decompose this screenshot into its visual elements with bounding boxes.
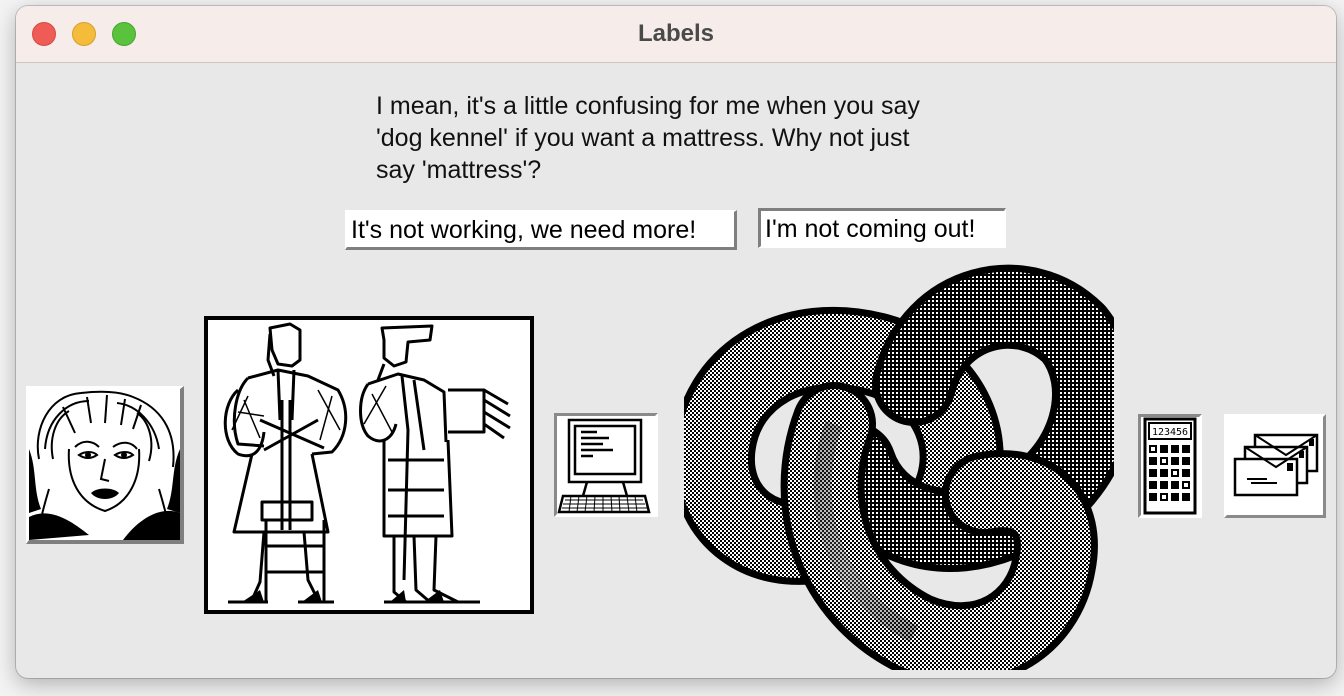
computer-icon [554,413,658,517]
calculator-icon: 123456 [1138,414,1202,518]
mail-envelopes-icon [1224,414,1326,518]
woman-portrait-icon [26,386,184,544]
title-bar[interactable]: Labels [16,6,1336,63]
labels-window: Labels I mean, it's a little confusing f… [16,6,1336,678]
trefoil-knot-icon [684,264,1114,670]
need-more-button[interactable]: It's not working, we need more! [345,210,737,250]
workers-illustration-icon [204,316,534,614]
not-coming-out-button[interactable]: I'm not coming out! [758,208,1006,248]
message-label: I mean, it's a little confusing for me w… [376,92,920,184]
calculator-display: 123456 [1152,427,1188,438]
window-title: Labels [637,20,715,47]
